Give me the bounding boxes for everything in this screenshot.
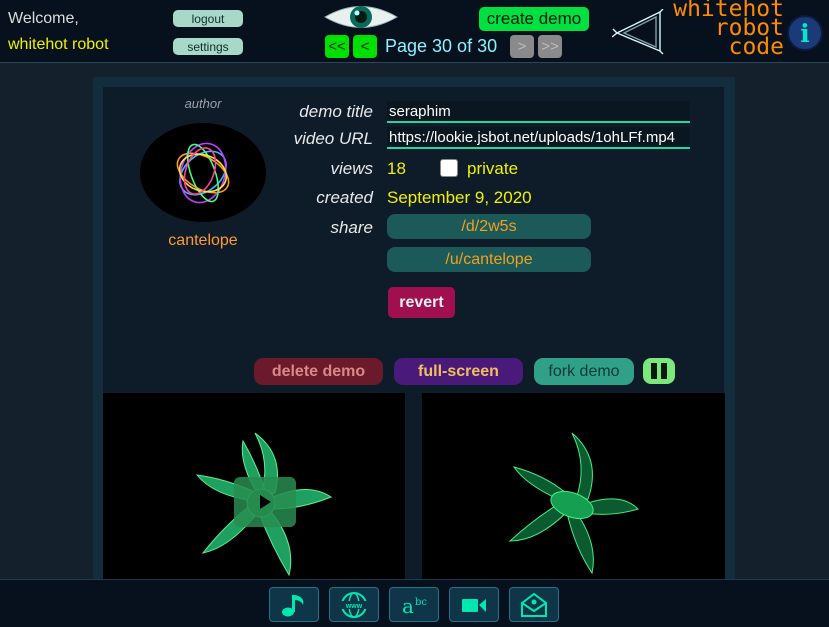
last-page-button[interactable]: >> <box>538 35 562 58</box>
logo-triangle-icon <box>612 9 664 55</box>
demo-title-input[interactable] <box>387 101 690 123</box>
video-preview-right[interactable] <box>422 393 725 587</box>
created-label: created <box>316 188 373 207</box>
share-demo-link-button[interactable]: /d/2w5s <box>387 214 591 239</box>
settings-button[interactable]: settings <box>173 38 243 55</box>
views-label: views <box>330 159 373 178</box>
created-date: September 9, 2020 <box>387 188 532 207</box>
www-icon: www <box>341 591 367 618</box>
star-wireframe-render <box>508 432 639 575</box>
mail-button[interactable] <box>509 587 559 622</box>
play-button[interactable] <box>234 477 296 527</box>
author-avatar[interactable] <box>140 123 266 222</box>
share-label: share <box>330 218 373 237</box>
welcome-text: Welcome, <box>8 10 79 27</box>
video-url-label: video URL <box>293 129 373 148</box>
avatar-swirl-image <box>176 142 230 204</box>
fork-demo-button[interactable]: fork demo <box>534 358 634 385</box>
author-name-link[interactable]: cantelope <box>140 232 266 250</box>
username: whitehot robot <box>8 36 109 53</box>
revert-button[interactable]: revert <box>388 287 455 318</box>
page-indicator: Page 30 of 30 <box>385 36 498 56</box>
video-url-input[interactable] <box>387 127 690 149</box>
logo-text: whitehot robot code <box>664 0 784 59</box>
full-screen-button[interactable]: full-screen <box>394 358 523 385</box>
pause-icon-bar-left <box>651 363 657 379</box>
text-icon: a bc <box>402 594 427 618</box>
create-demo-button[interactable]: create demo <box>479 7 589 31</box>
video-button[interactable] <box>449 587 499 622</box>
demo-title-label: demo title <box>299 102 373 121</box>
video-camera-icon <box>462 598 486 612</box>
private-checkbox[interactable] <box>440 159 458 177</box>
music-button[interactable] <box>269 587 319 622</box>
mail-icon <box>521 592 547 617</box>
prev-page-button[interactable]: < <box>353 35 377 58</box>
www-button[interactable]: www <box>329 587 379 622</box>
logout-button[interactable]: logout <box>173 10 243 27</box>
share-user-link-button[interactable]: /u/cantelope <box>387 247 591 272</box>
next-page-button[interactable]: > <box>510 35 534 58</box>
pause-icon-bar-right <box>661 363 667 379</box>
first-page-button[interactable]: << <box>325 35 349 58</box>
info-button[interactable]: i <box>787 15 823 51</box>
svg-text:www: www <box>345 603 363 610</box>
svg-text:bc: bc <box>415 597 427 608</box>
eye-icon[interactable] <box>323 2 399 32</box>
delete-demo-button[interactable]: delete demo <box>254 358 383 385</box>
author-label: author <box>184 96 222 111</box>
private-label: private <box>467 159 519 178</box>
views-count: 18 <box>387 159 406 178</box>
text-button[interactable]: a bc <box>389 587 439 622</box>
music-icon <box>282 594 304 616</box>
top-header: Welcome, whitehot robot logout settings … <box>0 0 829 63</box>
pause-button[interactable] <box>643 358 675 384</box>
play-icon <box>260 495 271 509</box>
svg-text:a: a <box>402 594 414 618</box>
